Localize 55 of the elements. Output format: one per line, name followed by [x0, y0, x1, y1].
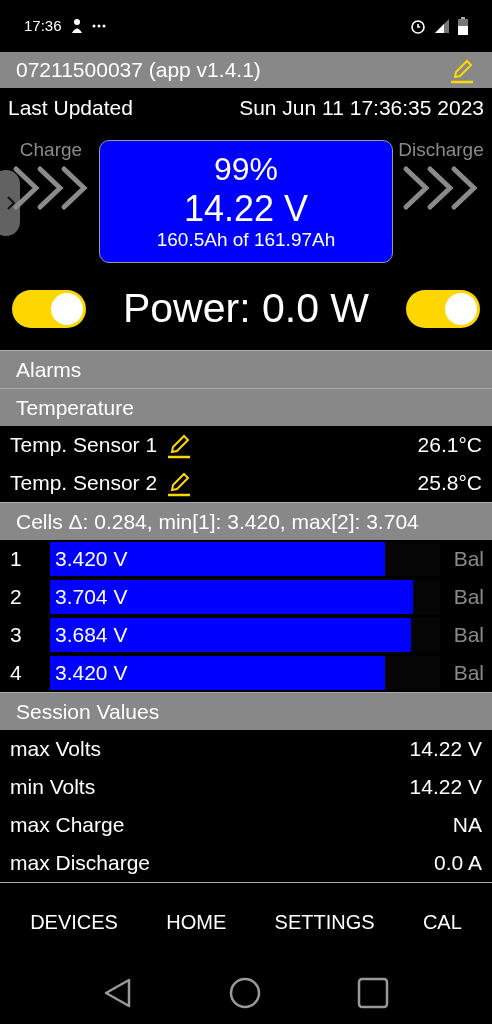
cell-number: 3: [10, 622, 23, 649]
charge-label: Charge: [19, 140, 83, 159]
cell-voltage-bar: 3.704 V: [50, 580, 413, 614]
cell-number: 1: [10, 546, 23, 573]
battery-voltage: 14.22 V: [183, 187, 309, 231]
alarm-icon: [410, 18, 426, 34]
balance-label: Bal: [452, 660, 484, 687]
discharge-label: Discharge: [398, 140, 484, 159]
balance-label: Bal: [452, 622, 484, 649]
sensor-name: Temp. Sensor 1: [10, 432, 158, 459]
nav-tab[interactable]: CAL: [418, 903, 466, 941]
sensor-name: Temp. Sensor 2: [10, 470, 158, 497]
last-updated-value: Sun Jun 11 17:36:35 2023: [239, 95, 484, 122]
more-icon: [91, 24, 106, 28]
discharge-switch[interactable]: [406, 290, 480, 328]
session-label: max Charge: [10, 812, 125, 839]
last-updated-label: Last Updated: [8, 95, 133, 122]
status-time: 17:36: [24, 15, 62, 36]
cells-summary: Cells Δ: 0.284, min[1]: 3.420, max[2]: 3.704: [0, 502, 492, 540]
session-value: 0.0 A: [434, 850, 482, 877]
session-value: NA: [452, 812, 482, 839]
nav-tab[interactable]: HOME: [162, 903, 231, 941]
battery-capacity: 160.5Ah of 161.97Ah: [156, 230, 336, 252]
session-value: 14.22 V: [409, 736, 482, 763]
back-button[interactable]: [103, 976, 133, 1009]
section-header: Session Values: [0, 692, 492, 730]
charge-switch[interactable]: [12, 290, 86, 328]
session-value: 14.22 V: [409, 774, 482, 801]
session-label: min Volts: [10, 774, 96, 801]
side-handle[interactable]: [0, 170, 20, 236]
power-reading: Power: 0.0 W: [122, 284, 370, 334]
cell-voltage-bar: 3.420 V: [50, 656, 386, 690]
chevron-icon: [402, 163, 480, 213]
sensor-value: 26.1°C: [417, 432, 482, 459]
cell-number: 2: [10, 584, 23, 611]
balance-label: Bal: [452, 584, 484, 611]
charge-percent: 99%: [213, 151, 278, 188]
cell-voltage-bar: 3.420 V: [50, 542, 386, 576]
battery-icon: [458, 17, 468, 35]
cell-number: 4: [10, 660, 23, 687]
nav-tab[interactable]: DEVICES: [26, 903, 122, 941]
home-button[interactable]: [229, 976, 261, 1009]
session-label: max Volts: [10, 736, 102, 763]
signal-icon: [434, 18, 450, 34]
sensor-value: 25.8°C: [417, 470, 482, 497]
section-header: Temperature: [0, 388, 492, 426]
device-title: 07211500037 (app v1.4.1): [16, 57, 261, 84]
session-label: max Discharge: [10, 850, 151, 877]
balance-label: Bal: [452, 546, 484, 573]
section-header: Alarms: [0, 350, 492, 388]
notification-icon: [69, 18, 84, 34]
chevron-icon: [12, 163, 90, 213]
recents-button[interactable]: [357, 976, 389, 1009]
nav-tab[interactable]: SETTINGS: [270, 903, 379, 941]
cell-voltage-bar: 3.684 V: [50, 618, 411, 652]
